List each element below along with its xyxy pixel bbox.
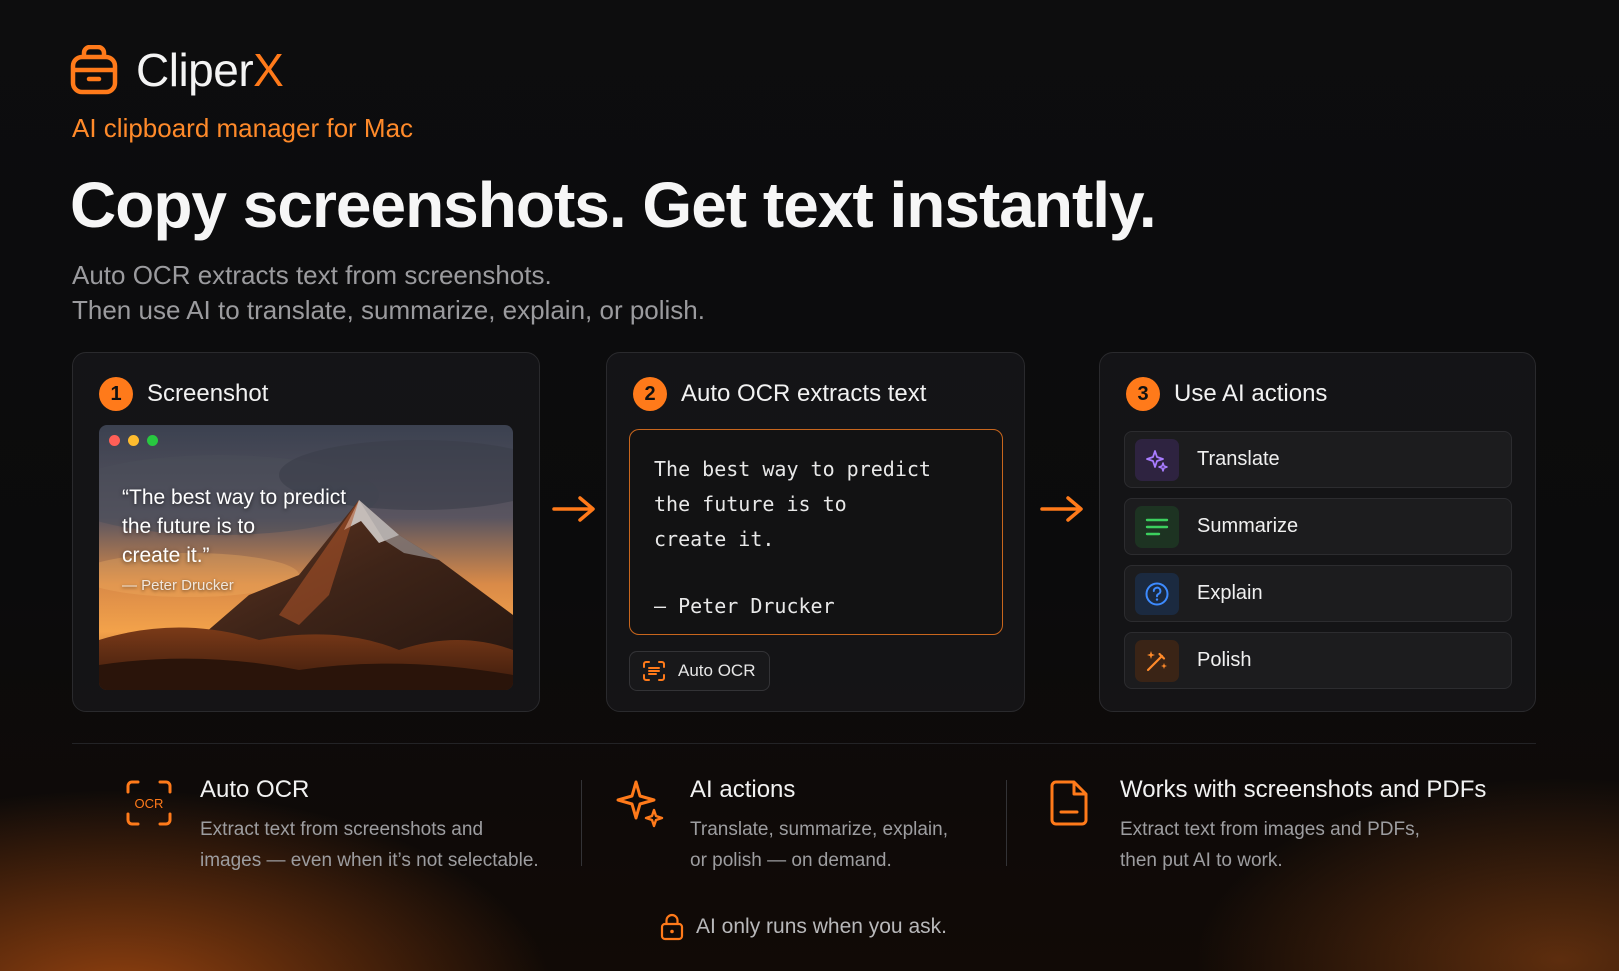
subheadline: Auto OCR extracts text from screenshots.… [72, 258, 705, 328]
feature-text: Auto OCR Extract text from screenshots a… [200, 776, 539, 876]
step-header: 1 Screenshot [99, 377, 268, 411]
step-title: Screenshot [147, 380, 269, 407]
zoom-dot [147, 435, 158, 446]
feature-title: Works with screenshots and PDFs [1120, 776, 1487, 803]
step-number: 1 [99, 377, 133, 411]
sparkle-icon [1135, 438, 1179, 481]
feature-desc-line: Translate, summarize, explain, [690, 819, 949, 840]
step-number: 3 [1126, 377, 1160, 411]
subheadline-line-2: Then use AI to translate, summarize, exp… [72, 295, 705, 325]
ai-actions-list: Translate Summarize Explain Polish [1124, 431, 1512, 689]
minimize-dot [128, 435, 139, 446]
feature-desc-line: or polish — on demand. [690, 850, 892, 871]
clipboard-logo-icon [70, 45, 118, 95]
arrow-right-icon [1040, 496, 1083, 522]
lines-icon [1135, 505, 1179, 548]
step-header: 2 Auto OCR extracts text [633, 377, 926, 411]
close-dot [109, 435, 120, 446]
vertical-separator [581, 780, 582, 866]
action-label: Polish [1197, 649, 1252, 671]
action-translate[interactable]: Translate [1124, 431, 1512, 488]
ocr-scan-icon: OCR [126, 780, 172, 826]
feature-screenshots-pdfs: Works with screenshots and PDFs Extract … [1044, 776, 1486, 876]
badge-label: Auto OCR [678, 661, 756, 680]
scan-text-icon [643, 661, 665, 681]
step-title: Auto OCR extracts text [681, 380, 927, 407]
privacy-note-text: AI only runs when you ask. [696, 915, 947, 938]
action-label: Summarize [1197, 515, 1299, 537]
ocr-spacer [654, 557, 978, 589]
privacy-note: AI only runs when you ask. [660, 913, 947, 941]
brand: CliperX [70, 42, 284, 98]
ocr-line: The best way to predict [654, 457, 931, 481]
quote-line: create it.” [122, 544, 210, 567]
action-explain[interactable]: Explain [1124, 565, 1512, 622]
subheadline-line-1: Auto OCR extracts text from screenshots. [72, 260, 552, 290]
window-controls [109, 435, 158, 446]
vertical-separator [1006, 780, 1007, 866]
step-card-screenshot: 1 Screenshot “The best way to predict th… [72, 352, 540, 712]
quote-line: “The best way to predict [122, 486, 347, 509]
quote-line: the future is to [122, 515, 256, 538]
auto-ocr-badge[interactable]: Auto OCR [629, 651, 771, 691]
action-summarize[interactable]: Summarize [1124, 498, 1512, 555]
document-icon [1050, 780, 1088, 826]
step-number: 2 [633, 377, 667, 411]
action-label: Explain [1197, 582, 1263, 604]
feature-title: Auto OCR [200, 776, 310, 803]
feature-ai-actions: AI actions Translate, summarize, explain… [614, 776, 948, 876]
sparkle-icon [616, 780, 664, 828]
wand-icon [1135, 639, 1179, 682]
quote-text: “The best way to predict the future is t… [122, 483, 372, 570]
step-card-ocr: 2 Auto OCR extracts text The best way to… [606, 352, 1025, 712]
feature-desc-line: Extract text from screenshots and [200, 819, 484, 840]
feature-desc: Extract text from images and PDFs, then … [1120, 814, 1486, 876]
feature-text: Works with screenshots and PDFs Extract … [1120, 776, 1486, 876]
feature-auto-ocr: OCR Auto OCR Extract text from screensho… [124, 776, 539, 876]
ocr-line: create it. [654, 527, 775, 551]
step-title: Use AI actions [1174, 380, 1328, 407]
ocr-line: the future is to [654, 492, 847, 516]
feature-desc-line: images — even when it’s not selectable. [200, 850, 539, 871]
feature-desc-line: Extract text from images and PDFs, [1120, 819, 1420, 840]
lock-icon [660, 913, 684, 941]
promo-page: CliperX AI clipboard manager for Mac Cop… [0, 0, 1619, 971]
arrow-right-icon [552, 496, 595, 522]
ocr-output: The best way to predict the future is to… [629, 429, 1003, 635]
tagline: AI clipboard manager for Mac [72, 113, 414, 143]
ocr-author: — Peter Drucker [654, 594, 835, 618]
brand-name: CliperX [136, 44, 284, 96]
action-label: Translate [1197, 448, 1280, 470]
feature-text: AI actions Translate, summarize, explain… [690, 776, 948, 876]
section-divider [72, 743, 1536, 744]
step-card-ai-actions: 3 Use AI actions Translate Summarize Exp… [1099, 352, 1536, 712]
step-header: 3 Use AI actions [1126, 377, 1327, 411]
feature-desc: Extract text from screenshots and images… [200, 814, 539, 876]
question-icon [1135, 572, 1179, 615]
feature-title: AI actions [690, 776, 796, 803]
svg-text:OCR: OCR [135, 796, 164, 811]
action-polish[interactable]: Polish [1124, 632, 1512, 689]
feature-desc-line: then put AI to work. [1120, 850, 1283, 871]
feature-desc: Translate, summarize, explain, or polish… [690, 814, 948, 876]
headline: Copy screenshots. Get text instantly. [70, 169, 1157, 241]
screenshot-thumbnail: “The best way to predict the future is t… [99, 425, 513, 690]
quote-author: — Peter Drucker [122, 577, 234, 594]
